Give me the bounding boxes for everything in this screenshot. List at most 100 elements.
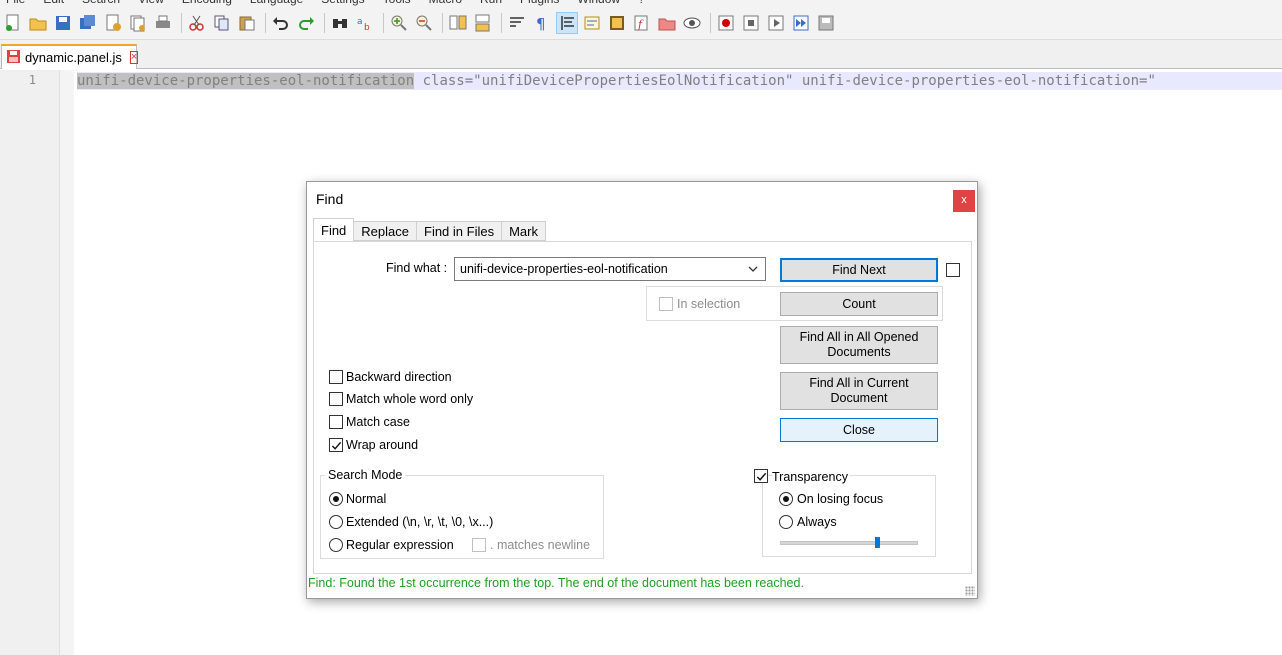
play-macro-icon[interactable] [765,12,787,34]
always-label[interactable]: Always [797,515,837,529]
find-next-button[interactable]: Find Next [780,258,938,282]
new-file-icon[interactable] [2,12,24,34]
save-macro-icon[interactable] [815,12,837,34]
extended-label[interactable]: Extended (\n, \r, \t, \0, \x...) [346,515,493,529]
line-number: 1 [28,73,36,87]
match-whole-word-checkbox[interactable] [329,392,343,406]
wrap-around-label[interactable]: Wrap around [346,438,418,452]
sync-horizontal-icon[interactable] [472,12,494,34]
find-dialog: Find x Find Replace Find in Files Mark F… [306,181,978,599]
matches-newline-label: . matches newline [490,538,591,552]
open-file-icon[interactable] [27,12,49,34]
zoom-out-icon[interactable] [413,12,435,34]
dialog-tabs: Find Replace Find in Files Mark [313,218,546,242]
find-all-current-document-button[interactable]: Find All in Current Document [780,372,938,410]
find-what-label: Find what : [386,261,448,275]
udl-icon[interactable] [581,12,603,34]
on-losing-focus-label[interactable]: On losing focus [797,492,883,506]
wrap-around-checkbox[interactable] [329,438,343,452]
fold-margin[interactable] [60,70,74,655]
toolbar-separator [442,12,443,33]
save-all-icon[interactable] [77,12,99,34]
indent-guide-icon[interactable] [556,11,578,34]
transparency-label[interactable]: Transparency [772,470,850,484]
backward-direction-label[interactable]: Backward direction [346,370,452,384]
regex-radio[interactable] [329,538,343,552]
saved-file-icon [6,49,21,67]
stop-macro-icon[interactable] [740,12,762,34]
match-case-label[interactable]: Match case [346,415,410,429]
normal-radio[interactable] [329,492,343,506]
find-tab-panel: Find what : unifi-device-properties-eol-… [313,241,972,574]
checkmark-icon [331,441,341,450]
toolbar-separator [265,12,266,33]
svg-text:b: b [364,23,370,32]
normal-label[interactable]: Normal [346,492,386,506]
dialog-close-button[interactable]: x [953,190,975,212]
function-list-icon[interactable]: f [631,12,653,34]
print-icon[interactable] [152,12,174,34]
redo-icon[interactable] [295,12,317,34]
find-what-combobox[interactable]: unifi-device-properties-eol-notification [454,257,766,281]
toolbar: ab ¶ f [0,6,1282,40]
line-number-gutter: 1 [0,70,60,655]
tab-filename: dynamic.panel.js [25,50,122,65]
close-all-icon[interactable] [127,12,149,34]
checkmark-icon [756,472,766,481]
tab-find-in-files[interactable]: Find in Files [417,221,503,241]
toolbar-separator [324,12,325,33]
paste-icon[interactable] [236,12,258,34]
tab-find[interactable]: Find [313,218,355,242]
sync-vertical-icon[interactable] [447,12,469,34]
find-all-opened-documents-button[interactable]: Find All in All Opened Documents [780,326,938,364]
count-button[interactable]: Count [780,292,938,316]
code-line[interactable]: unifi-device-properties-eol-notification… [77,72,1282,90]
transparency-slider-track[interactable] [780,541,918,545]
save-icon[interactable] [52,12,74,34]
matches-newline-checkbox[interactable] [472,538,486,552]
word-wrap-icon[interactable] [506,12,528,34]
close-button[interactable]: Close [780,418,938,442]
transparency-slider-thumb[interactable] [874,537,880,548]
search-mode-legend: Search Mode [325,468,406,482]
status-message: Find: Found the 1st occurrence from the … [308,576,804,590]
tab-mark[interactable]: Mark [502,221,546,241]
match-whole-word-label[interactable]: Match whole word only [346,392,473,406]
tab-replace[interactable]: Replace [354,221,417,241]
close-file-icon[interactable] [102,12,124,34]
in-selection-label: In selection [677,297,741,311]
svg-text:¶: ¶ [536,15,546,32]
in-selection-checkbox[interactable] [659,297,673,311]
run-macro-multiple-icon[interactable] [790,12,812,34]
toolbar-separator [710,12,711,33]
folder-workspace-icon[interactable] [656,12,678,34]
document-map-icon[interactable] [606,12,628,34]
svg-text:a: a [357,17,363,27]
find-icon[interactable] [329,12,351,34]
transparency-checkbox[interactable] [754,469,768,483]
document-tab-bar: dynamic.panel.js × [0,40,1282,69]
find-what-value: unifi-device-properties-eol-notification [460,262,668,276]
undo-icon[interactable] [270,12,292,34]
tab-close-icon[interactable]: × [129,51,139,64]
copy-icon[interactable] [211,12,233,34]
record-macro-icon[interactable] [715,12,737,34]
zoom-in-icon[interactable] [388,12,410,34]
chevron-down-icon[interactable] [747,263,759,278]
monitoring-icon[interactable] [681,12,703,34]
on-losing-focus-radio[interactable] [779,492,793,506]
resize-grip-icon[interactable] [965,586,975,596]
extended-radio[interactable] [329,515,343,529]
toolbar-separator [383,12,384,33]
search-match-highlight: unifi-device-properties-eol-notification [77,73,415,89]
tab-dynamic-panel[interactable]: dynamic.panel.js × [1,44,139,69]
cut-icon[interactable] [186,12,208,34]
find-next-extra-checkbox[interactable] [946,263,960,277]
match-case-checkbox[interactable] [329,415,343,429]
toolbar-separator [181,12,182,33]
always-radio[interactable] [779,515,793,529]
show-all-chars-icon[interactable]: ¶ [531,12,553,34]
regex-label[interactable]: Regular expression [346,538,454,552]
replace-icon[interactable]: ab [354,12,376,34]
backward-direction-checkbox[interactable] [329,370,343,384]
